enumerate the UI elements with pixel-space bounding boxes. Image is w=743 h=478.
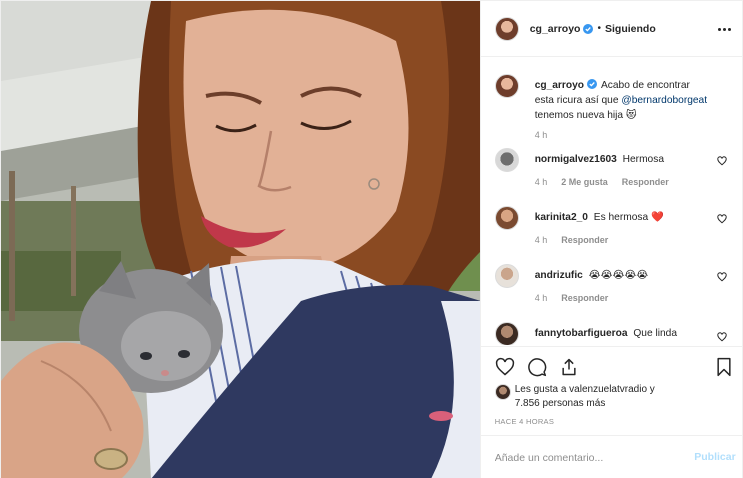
photo-illustration (1, 1, 480, 478)
caption-username[interactable]: cg_arroyo (535, 80, 584, 91)
comment-likes[interactable]: 2 Me gusta (561, 177, 608, 187)
comment-meta: 4 h Responder (535, 235, 609, 245)
post-side-panel: cg_arroyo • Siguiendo cg_arroyo Acabo de … (479, 1, 743, 478)
comment-item: normigalvez1603 Hermosa 4 h 2 Me gusta R… (494, 148, 735, 194)
comment-meta: 4 h Responder (535, 293, 609, 303)
verified-badge-icon (583, 23, 594, 34)
comment-like-heart-icon[interactable] (717, 156, 727, 166)
comment-avatar[interactable] (494, 148, 519, 172)
separator-dot: • (597, 23, 601, 34)
comment-icon[interactable] (527, 357, 547, 377)
verified-badge-icon (586, 79, 597, 89)
comment-content: Es hermosa ❤️ (593, 212, 664, 223)
caption-text-after: tenemos nueva hija 😻 (534, 110, 637, 121)
comment-like-heart-icon[interactable] (717, 332, 727, 342)
caption-meta: 4 h (535, 130, 548, 140)
share-icon[interactable] (559, 357, 579, 377)
likes-text[interactable]: Les gusta a valenzuelatvradio y 7.856 pe… (515, 383, 655, 411)
post-timestamp[interactable]: HACE 4 HORAS (495, 417, 554, 426)
comment-avatar[interactable] (494, 206, 519, 230)
like-heart-icon[interactable] (495, 357, 515, 377)
comment-content: 😭😭😭😭😭 (588, 270, 649, 281)
caption-time[interactable]: 4 h (535, 130, 548, 140)
comment-username[interactable]: andrizufic (535, 270, 583, 281)
comment-avatar[interactable] (494, 322, 519, 345)
comment-time[interactable]: 4 h (535, 235, 548, 245)
post-photo[interactable] (1, 1, 480, 478)
comment-item: andrizufic 😭😭😭😭😭 4 h Responder (494, 264, 735, 310)
comment-item: fannytobarfigueroa Que linda (494, 322, 735, 345)
comment-content: Hermosa (622, 154, 664, 165)
comment-username[interactable]: normigalvez1603 (535, 154, 617, 165)
caption-text: cg_arroyo Acabo de encontrar esta ricura … (535, 78, 711, 123)
comment-time[interactable]: 4 h (535, 293, 548, 303)
caption: cg_arroyo Acabo de encontrar esta ricura … (494, 74, 735, 144)
instagram-post: cg_arroyo • Siguiendo cg_arroyo Acabo de … (0, 0, 743, 478)
comments-list[interactable]: cg_arroyo Acabo de encontrar esta ricura … (481, 58, 743, 345)
likes-summary: Les gusta a valenzuelatvradio y 7.856 pe… (494, 383, 735, 415)
comment-item: karinita2_0 Es hermosa ❤️ 4 h Responder (494, 206, 735, 252)
liker-avatar[interactable] (494, 384, 511, 400)
comment-text: karinita2_0 Es hermosa ❤️ (535, 210, 711, 225)
reply-button[interactable]: Responder (561, 293, 608, 303)
reply-button[interactable]: Responder (622, 177, 669, 187)
comment-input[interactable] (494, 450, 675, 466)
comment-avatar[interactable] (494, 264, 519, 288)
likes-line-1: Les gusta a valenzuelatvradio y (514, 384, 655, 395)
comment-like-heart-icon[interactable] (717, 214, 727, 224)
comment-text: normigalvez1603 Hermosa (535, 152, 711, 167)
following-button[interactable]: Siguiendo (605, 23, 656, 35)
save-bookmark-icon[interactable] (714, 357, 734, 377)
more-options-icon[interactable] (716, 20, 734, 38)
comment-time[interactable]: 4 h (535, 177, 548, 187)
caption-avatar[interactable] (494, 74, 519, 98)
publish-button[interactable]: Publicar (694, 451, 735, 463)
likes-line-2: 7.856 personas más (514, 398, 606, 409)
comment-username[interactable]: karinita2_0 (535, 212, 588, 223)
avatar[interactable] (494, 16, 519, 41)
reply-button[interactable]: Responder (561, 235, 608, 245)
header-username[interactable]: cg_arroyo (530, 23, 581, 35)
action-bar (480, 346, 743, 384)
add-comment-bar: Publicar (480, 435, 743, 478)
comment-meta: 4 h 2 Me gusta Responder (535, 177, 669, 187)
post-header: cg_arroyo • Siguiendo (480, 1, 743, 57)
comment-text: andrizufic 😭😭😭😭😭 (535, 268, 711, 283)
comment-like-heart-icon[interactable] (717, 272, 727, 282)
comment-content: Que linda (633, 328, 677, 339)
comment-username[interactable]: fannytobarfigueroa (535, 328, 628, 339)
caption-mention[interactable]: @bernardoborgeat (621, 95, 707, 106)
comment-text: fannytobarfigueroa Que linda (535, 326, 711, 341)
